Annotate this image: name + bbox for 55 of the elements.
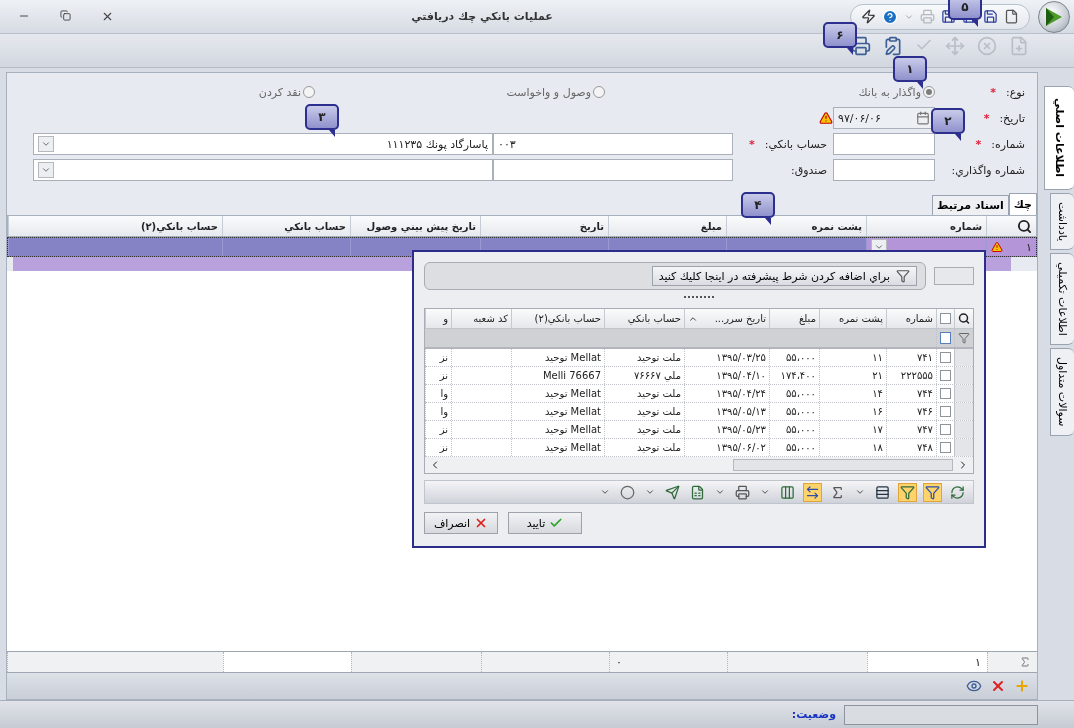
amount-total: ۰	[616, 655, 622, 669]
table-cell: وا	[440, 406, 448, 417]
count-text: ۱	[975, 655, 981, 669]
table-cell: ۲۲۲۵۵۵	[900, 370, 933, 381]
table-cell: ۵۵،۰۰۰	[785, 352, 816, 363]
table-cell: Melli 76667	[542, 370, 601, 381]
table-cell: ۷۴۷	[916, 424, 933, 435]
table-cell: Mellat توحيد	[545, 406, 601, 417]
fund-label: صندوق:	[791, 163, 828, 177]
table-cell: ۵۵،۰۰۰	[785, 442, 816, 453]
type-label: نوع: *	[990, 85, 1026, 99]
table-cell: Mellat توحيد	[545, 424, 601, 435]
row-number: ۱	[1026, 240, 1032, 254]
table-cell: ۷۴۸	[916, 442, 933, 453]
table-cell: ۱۳۹۵/۰۵/۲۳	[716, 424, 766, 435]
table-cell: نز	[439, 424, 448, 435]
table-cell: ۷۴۱	[916, 352, 933, 363]
table-cell: Mellat توحيد	[545, 388, 601, 399]
table-cell: ۱۳۹۵/۰۵/۱۳	[716, 406, 766, 417]
table-cell: ۷۴۶	[916, 406, 933, 417]
table-cell: ۵۵،۰۰۰	[785, 406, 816, 417]
status-label: وضعيت:	[791, 708, 836, 721]
table-cell: نز	[439, 442, 448, 453]
table-cell: ملت توحيد	[636, 442, 681, 453]
table-cell: ۵۵،۰۰۰	[785, 424, 816, 435]
table-cell: ملي ۷۶۶۶۷	[633, 370, 681, 381]
table-cell: ۱۸	[872, 442, 883, 453]
table-cell: ملت توحيد	[636, 388, 681, 399]
table-cell: ۱۷۴،۴۰۰	[780, 370, 816, 381]
table-cell: ۱۶	[872, 406, 883, 417]
table-cell: Mellat توحيد	[545, 442, 601, 453]
table-cell: ملت توحيد	[636, 424, 681, 435]
table-cell: نز	[439, 370, 448, 381]
table-cell: ۱۳۹۵/۰۶/۰۲	[716, 442, 766, 453]
window-title: عمليات بانكي چك دريافتي	[410, 10, 554, 23]
table-cell: ۱۳۹۵/۰۳/۲۵	[716, 352, 766, 363]
table-cell: ۱۱	[872, 352, 883, 363]
table-cell: وا	[440, 388, 448, 399]
table-cell: ۷۴۴	[916, 388, 933, 399]
bank-account-label: حساب بانكي: *	[749, 137, 828, 151]
table-cell: ۲۱	[872, 370, 883, 381]
number-label: شماره: *	[975, 137, 1026, 151]
table-cell: ۵۵،۰۰۰	[785, 388, 816, 399]
table-cell: ۱۴	[872, 388, 883, 399]
table-cell: ۱۷	[872, 424, 883, 435]
deposit-number-label: شماره واگذاري:	[951, 163, 1026, 177]
table-cell: ۱۳۹۵/۰۴/۱۰	[716, 370, 766, 381]
table-cell: نز	[439, 352, 448, 363]
table-cell: ۱۳۹۵/۰۴/۲۴	[716, 388, 766, 399]
table-cell: ملت توحيد	[636, 352, 681, 363]
callout-tooltip: ۶	[823, 22, 857, 55]
callout-tooltip: ۵	[948, 0, 982, 27]
date-label: تاريخ: *	[983, 111, 1026, 125]
table-cell: ملت توحيد	[636, 406, 681, 417]
table-cell: Mellat توحيد	[545, 352, 601, 363]
